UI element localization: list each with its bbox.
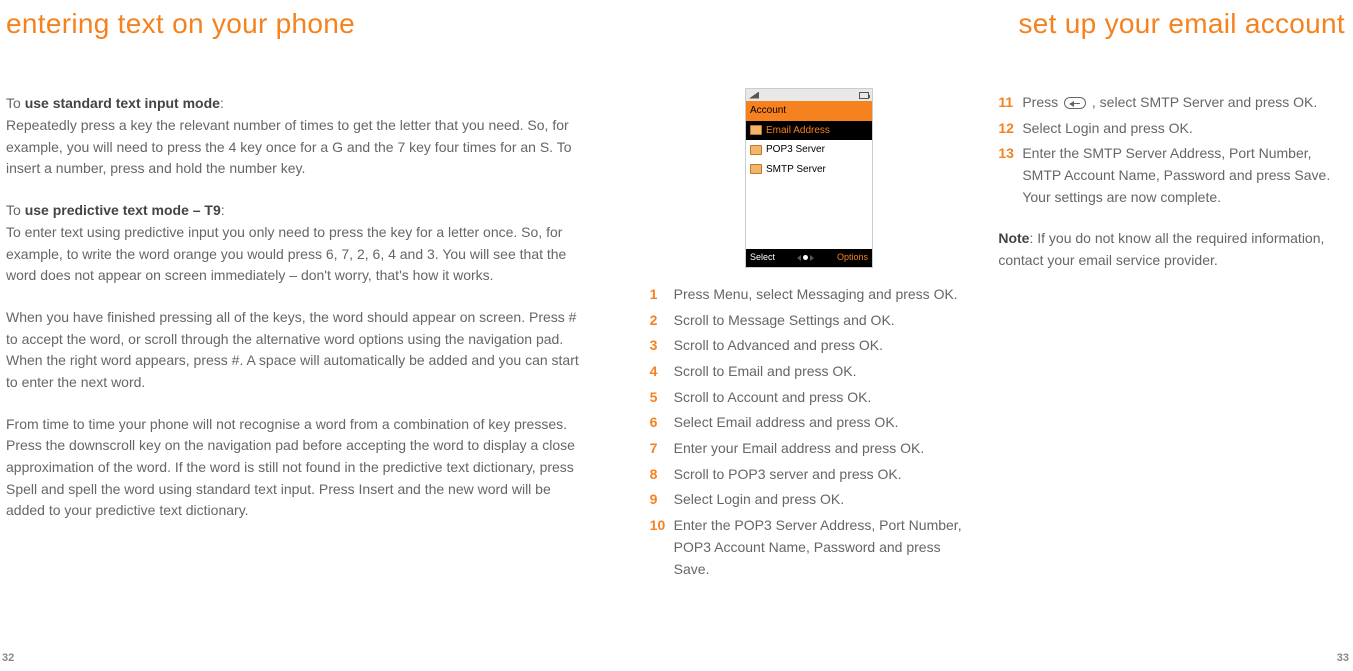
step-text: Press Menu, select Messaging and press O… [674, 284, 969, 306]
step-number: 1 [650, 284, 674, 306]
step-text: Select Login and press OK. [1022, 118, 1347, 140]
folder-icon [750, 125, 762, 135]
std-mode-bold: use standard text input mode [25, 95, 220, 111]
step-number: 12 [998, 118, 1022, 140]
step-row: 10Enter the POP3 Server Address, Port Nu… [650, 515, 969, 580]
phone-list-label: Email Address [766, 123, 830, 139]
step-row: 8Scroll to POP3 server and press OK. [650, 464, 969, 486]
step-text: Scroll to POP3 server and press OK. [674, 464, 969, 486]
phone-list-item: POP3 Server [746, 140, 872, 160]
nav-pad-icon [797, 255, 814, 261]
back-key-icon [1064, 97, 1086, 109]
note-text: : If you do not know all the required in… [998, 230, 1324, 268]
t9-mode-p1: To enter text using predictive input you… [6, 224, 566, 283]
t9-mode-p3: From time to time your phone will not re… [6, 416, 575, 519]
right-page-number: 33 [1337, 650, 1349, 667]
folder-icon [750, 164, 762, 174]
phone-status-bar [746, 89, 872, 101]
step-row: 1Press Menu, select Messaging and press … [650, 284, 969, 306]
step-text: Scroll to Message Settings and OK. [674, 310, 969, 332]
right-page-heading: set up your email account [1018, 2, 1345, 45]
step-row: 6Select Email address and press OK. [650, 412, 969, 434]
step-text: Enter the SMTP Server Address, Port Numb… [1022, 143, 1347, 208]
step-text: Enter your Email address and press OK. [674, 438, 969, 460]
step-number: 8 [650, 464, 674, 486]
phone-screen-title: Account [746, 101, 872, 121]
phone-list-item: Email Address [746, 121, 872, 141]
step-number: 13 [998, 143, 1022, 165]
phone-right-softkey: Options [837, 251, 868, 265]
signal-icon [749, 92, 759, 99]
step-text: Press , select SMTP Server and press OK. [1022, 92, 1347, 114]
std-mode-body: Repeatedly press a key the relevant numb… [6, 117, 572, 176]
step-row: 2Scroll to Message Settings and OK. [650, 310, 969, 332]
phone-softkey-bar: Select Options [746, 249, 872, 267]
phone-left-softkey: Select [750, 251, 775, 265]
battery-icon [859, 92, 869, 99]
step-row: 7Enter your Email address and press OK. [650, 438, 969, 460]
step-row: 4Scroll to Email and press OK. [650, 361, 969, 383]
step-row: 9Select Login and press OK. [650, 489, 969, 511]
step-row: 12Select Login and press OK. [998, 118, 1347, 140]
t9-mode-p2: When you have finished pressing all of t… [6, 309, 579, 390]
left-page-heading: entering text on your phone [6, 2, 580, 45]
step-number: 7 [650, 438, 674, 460]
step-text: Scroll to Account and press OK. [674, 387, 969, 409]
phone-screenshot: Account Email Address POP3 Server SMTP S… [745, 88, 873, 268]
step-row: 13Enter the SMTP Server Address, Port Nu… [998, 143, 1347, 208]
step-number: 2 [650, 310, 674, 332]
phone-list-item: SMTP Server [746, 160, 872, 180]
step-text: Select Login and press OK. [674, 489, 969, 511]
folder-icon [750, 145, 762, 155]
step-number: 6 [650, 412, 674, 434]
phone-list-label: SMTP Server [766, 162, 826, 178]
step-number: 4 [650, 361, 674, 383]
step-number: 3 [650, 335, 674, 357]
t9-mode-bold: use predictive text mode – T9 [25, 202, 221, 218]
step-text: Enter the POP3 Server Address, Port Numb… [674, 515, 969, 580]
step-number: 10 [650, 515, 674, 537]
left-page-number: 32 [2, 650, 14, 667]
std-mode-suffix: : [220, 95, 224, 111]
note-label: Note [998, 230, 1029, 246]
std-mode-prefix: To [6, 95, 25, 111]
step-row: 3Scroll to Advanced and press OK. [650, 335, 969, 357]
step-number: 9 [650, 489, 674, 511]
t9-mode-suffix: : [221, 202, 225, 218]
step-row: 5Scroll to Account and press OK. [650, 387, 969, 409]
step-text: Scroll to Advanced and press OK. [674, 335, 969, 357]
t9-mode-prefix: To [6, 202, 25, 218]
step-text: Select Email address and press OK. [674, 412, 969, 434]
step-number: 11 [998, 92, 1022, 114]
phone-list-label: POP3 Server [766, 142, 825, 158]
step-row: 11Press , select SMTP Server and press O… [998, 92, 1347, 114]
step-number: 5 [650, 387, 674, 409]
step-text: Scroll to Email and press OK. [674, 361, 969, 383]
